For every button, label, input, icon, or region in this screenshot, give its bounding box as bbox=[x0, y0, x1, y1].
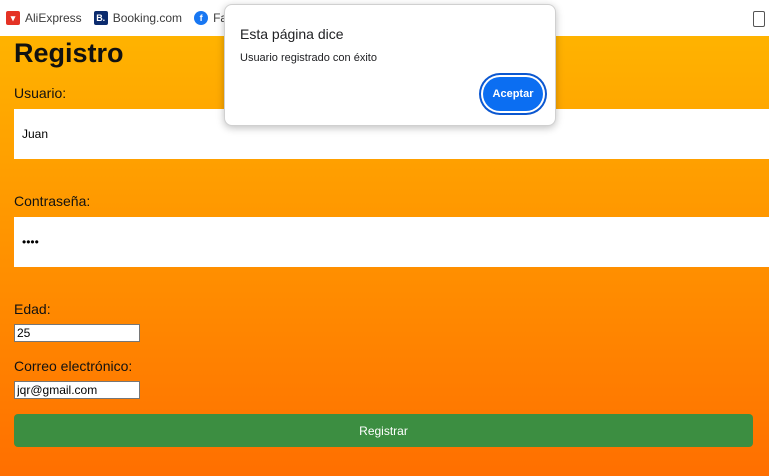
page-title: Registro bbox=[14, 38, 124, 68]
bookmark-label: Booking.com bbox=[112, 11, 183, 25]
alert-dialog: Esta página dice Usuario registrado con … bbox=[224, 4, 556, 126]
aliexpress-icon: ▾ bbox=[6, 11, 20, 25]
edad-label: Edad: bbox=[14, 301, 51, 317]
booking-icon: B. bbox=[93, 11, 108, 25]
facebook-icon: f bbox=[194, 11, 209, 25]
dialog-title: Esta página dice bbox=[240, 26, 344, 42]
registrar-button[interactable]: Registrar bbox=[14, 414, 753, 447]
email-input[interactable] bbox=[14, 381, 140, 399]
bookmark-aliexpress[interactable]: ▾ AliExpress bbox=[6, 11, 82, 25]
password-input[interactable] bbox=[14, 217, 769, 267]
edad-input[interactable] bbox=[14, 324, 140, 342]
bookmark-booking[interactable]: B. Booking.com bbox=[93, 11, 183, 25]
bookmark-label: AliExpress bbox=[25, 11, 82, 25]
aceptar-button[interactable]: Aceptar bbox=[483, 77, 543, 111]
email-label: Correo electrónico: bbox=[14, 358, 133, 374]
password-label: Contraseña: bbox=[14, 193, 91, 209]
usuario-label: Usuario: bbox=[14, 85, 67, 101]
tab-search-icon[interactable] bbox=[753, 11, 765, 27]
dialog-message: Usuario registrado con éxito bbox=[240, 52, 377, 64]
